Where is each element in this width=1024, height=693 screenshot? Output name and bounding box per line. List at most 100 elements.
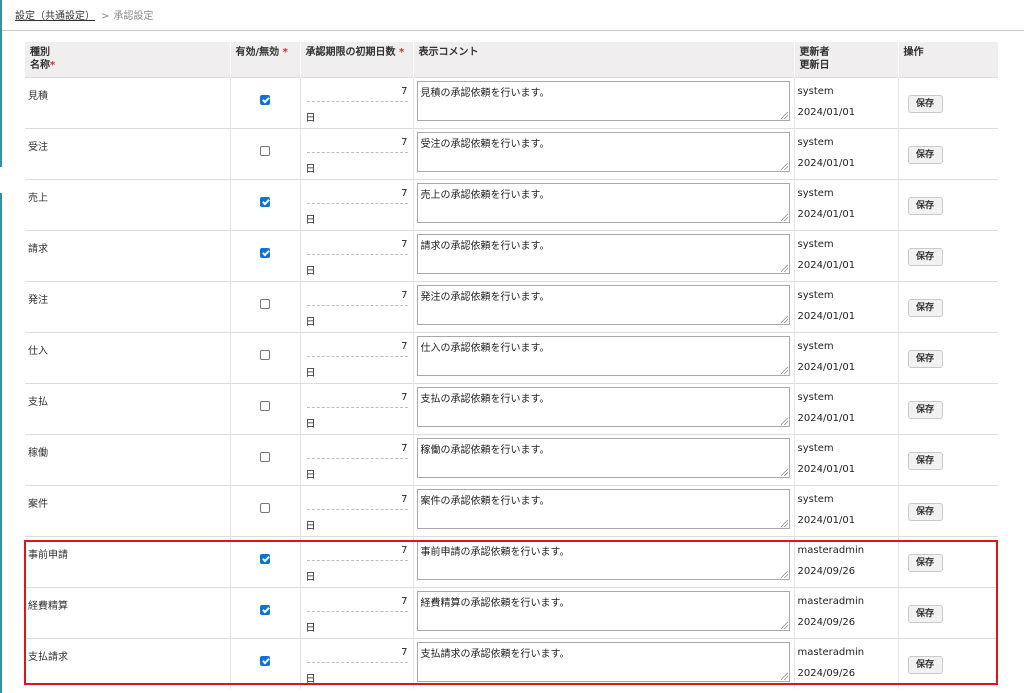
save-button[interactable]: 保存 [907,248,943,266]
updated-on: 2024/01/01 [797,107,856,118]
type-name-cell: 発注 [25,281,231,333]
enabled-checkbox[interactable] [260,146,270,156]
days-input[interactable]: 7 [306,239,408,255]
type-name: 稼働 [28,448,48,459]
updated-on: 2024/01/01 [797,311,856,322]
updated-by: system [797,392,834,403]
resize-handle-icon[interactable] [780,214,788,221]
days-input[interactable]: 7 [306,647,408,663]
required-mark: * [50,60,56,71]
days-cell: 7 日 [300,230,414,282]
updated-cell: system 2024/01/01 [794,230,899,282]
days-input[interactable]: 7 [306,341,408,357]
save-button[interactable]: 保存 [907,503,943,521]
days-input[interactable]: 7 [306,290,408,306]
enabled-checkbox[interactable] [260,401,270,411]
resize-handle-icon[interactable] [780,163,788,170]
save-button[interactable]: 保存 [907,197,943,215]
resize-handle-icon[interactable] [780,673,788,680]
days-input[interactable]: 7 [306,188,408,204]
resize-handle-icon[interactable] [780,112,788,119]
save-button[interactable]: 保存 [907,401,943,419]
resize-handle-icon[interactable] [780,622,788,629]
save-button[interactable]: 保存 [907,605,943,623]
days-cell: 7 日 [300,383,414,435]
header-comment-label: 表示コメント [418,47,479,58]
comment-textarea[interactable]: 稼働の承認依頼を行います。 [416,438,790,478]
resize-handle-icon[interactable] [780,316,788,323]
comment-textarea[interactable]: 案件の承認依頼を行います。 [416,489,790,529]
updated-on: 2024/09/26 [797,566,856,577]
comment-textarea[interactable]: 支払の承認依頼を行います。 [416,387,790,427]
enabled-checkbox[interactable] [260,197,270,207]
comment-cell: 案件の承認依頼を行います。 [413,485,795,537]
comment-text: 見積の承認依頼を行います。 [420,88,550,99]
breadcrumb: 設定（共通設定） > 承認設定 [15,9,153,25]
resize-handle-icon[interactable] [780,418,788,425]
enabled-checkbox[interactable] [260,605,270,615]
updated-on: 2024/01/01 [797,515,856,526]
days-input[interactable]: 7 [306,86,408,102]
days-input[interactable]: 7 [306,443,408,459]
enabled-checkbox[interactable] [260,95,270,105]
actions-cell: 保存 [898,587,998,639]
approval-settings-table: 種別 名称* 有効/無効 * 承認期限の初期日数 * 表示コメント 更新者 更新… [25,42,998,689]
comment-textarea[interactable]: 経費精算の承認依頼を行います。 [416,591,790,631]
table-row: 受注 7 日 受注の承認依頼を行います。 system 2024/01/01 保… [25,128,998,180]
save-button[interactable]: 保存 [907,554,943,572]
comment-cell: 支払の承認依頼を行います。 [413,383,795,435]
comment-textarea[interactable]: 発注の承認依頼を行います。 [416,285,790,325]
enabled-checkbox[interactable] [260,503,270,513]
breadcrumb-parent-link[interactable]: 設定（共通設定） [15,11,95,22]
enabled-cell [230,332,301,384]
enabled-checkbox[interactable] [260,554,270,564]
comment-cell: 支払請求の承認依頼を行います。 [413,638,795,689]
save-button[interactable]: 保存 [907,452,943,470]
days-input[interactable]: 7 [306,545,408,561]
save-button[interactable]: 保存 [907,95,943,113]
enabled-checkbox[interactable] [260,350,270,360]
actions-cell: 保存 [898,638,998,689]
comment-cell: 稼働の承認依頼を行います。 [413,434,795,486]
enabled-checkbox[interactable] [260,452,270,462]
comment-textarea[interactable]: 受注の承認依頼を行います。 [416,132,790,172]
enabled-checkbox[interactable] [260,656,270,666]
updated-by: system [797,239,834,250]
comment-textarea[interactable]: 売上の承認依頼を行います。 [416,183,790,223]
enabled-cell [230,128,301,180]
table-row: 支払請求 7 日 支払請求の承認依頼を行います。 masteradmin 202… [25,638,998,689]
save-button[interactable]: 保存 [907,350,943,368]
save-button[interactable]: 保存 [907,656,943,674]
save-button[interactable]: 保存 [907,146,943,164]
resize-handle-icon[interactable] [780,367,788,374]
save-button[interactable]: 保存 [907,299,943,317]
days-unit: 日 [305,266,316,277]
days-input[interactable]: 7 [306,494,408,510]
header-comment: 表示コメント [413,42,795,78]
comment-textarea[interactable]: 支払請求の承認依頼を行います。 [416,642,790,682]
enabled-checkbox[interactable] [260,248,270,258]
enabled-checkbox[interactable] [260,299,270,309]
resize-handle-icon[interactable] [780,265,788,272]
table-row: 見積 7 日 見積の承認依頼を行います。 system 2024/01/01 保… [25,77,998,129]
resize-handle-icon[interactable] [780,520,788,527]
comment-textarea[interactable]: 見積の承認依頼を行います。 [416,81,790,121]
days-input[interactable]: 7 [306,392,408,408]
header-updated-by-label: 更新者 [799,47,830,58]
resize-handle-icon[interactable] [780,571,788,578]
days-input[interactable]: 7 [306,596,408,612]
header-actions-label: 操作 [903,47,924,58]
comment-textarea[interactable]: 請求の承認依頼を行います。 [416,234,790,274]
header-enabled-label: 有効/無効 [235,47,280,58]
actions-cell: 保存 [898,332,998,384]
days-input[interactable]: 7 [306,137,408,153]
resize-handle-icon[interactable] [780,469,788,476]
comment-textarea[interactable]: 事前申請の承認依頼を行います。 [416,540,790,580]
actions-cell: 保存 [898,179,998,231]
comment-cell: 経費精算の承認依頼を行います。 [413,587,795,639]
updated-cell: system 2024/01/01 [794,128,899,180]
comment-textarea[interactable]: 仕入の承認依頼を行います。 [416,336,790,376]
days-unit: 日 [305,317,316,328]
enabled-cell [230,230,301,282]
updated-cell: system 2024/01/01 [794,179,899,231]
